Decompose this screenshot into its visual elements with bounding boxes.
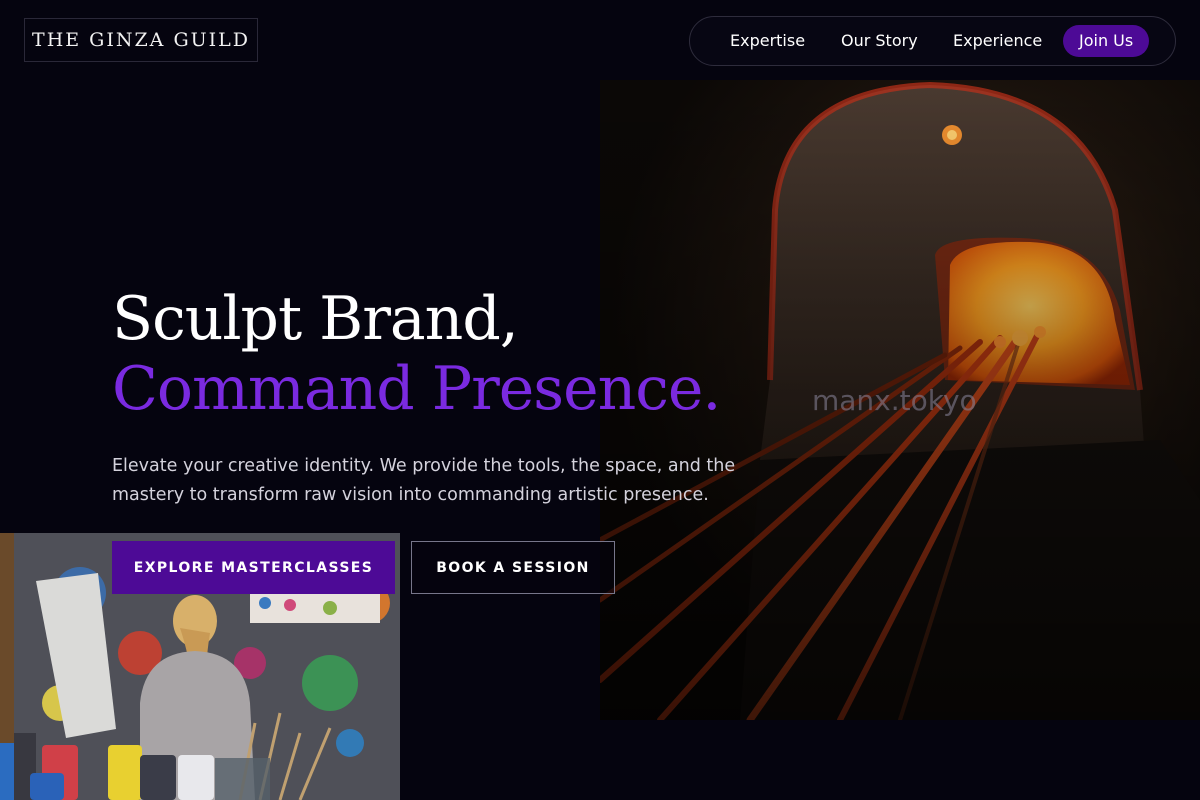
main-nav: Expertise Our Story Experience Join Us	[689, 16, 1176, 66]
join-us-button[interactable]: Join Us	[1063, 25, 1150, 57]
brand-logo[interactable]: THE GINZA GUILD	[24, 18, 258, 62]
book-session-button[interactable]: BOOK A SESSION	[411, 541, 615, 594]
hero-headline-line2: Command Presence.	[112, 354, 721, 424]
hero-headline: Sculpt Brand, Command Presence.	[112, 284, 721, 424]
nav-link-expertise[interactable]: Expertise	[730, 17, 805, 65]
hero-subtext: Elevate your creative identity. We provi…	[112, 456, 736, 505]
nav-link-experience[interactable]: Experience	[953, 17, 1042, 65]
nav-link-our-story[interactable]: Our Story	[841, 17, 918, 65]
watermark: manx.tokyo	[812, 384, 977, 417]
explore-masterclasses-button[interactable]: EXPLORE MASTERCLASSES	[112, 541, 395, 594]
hero-headline-line1: Sculpt Brand,	[112, 284, 519, 354]
